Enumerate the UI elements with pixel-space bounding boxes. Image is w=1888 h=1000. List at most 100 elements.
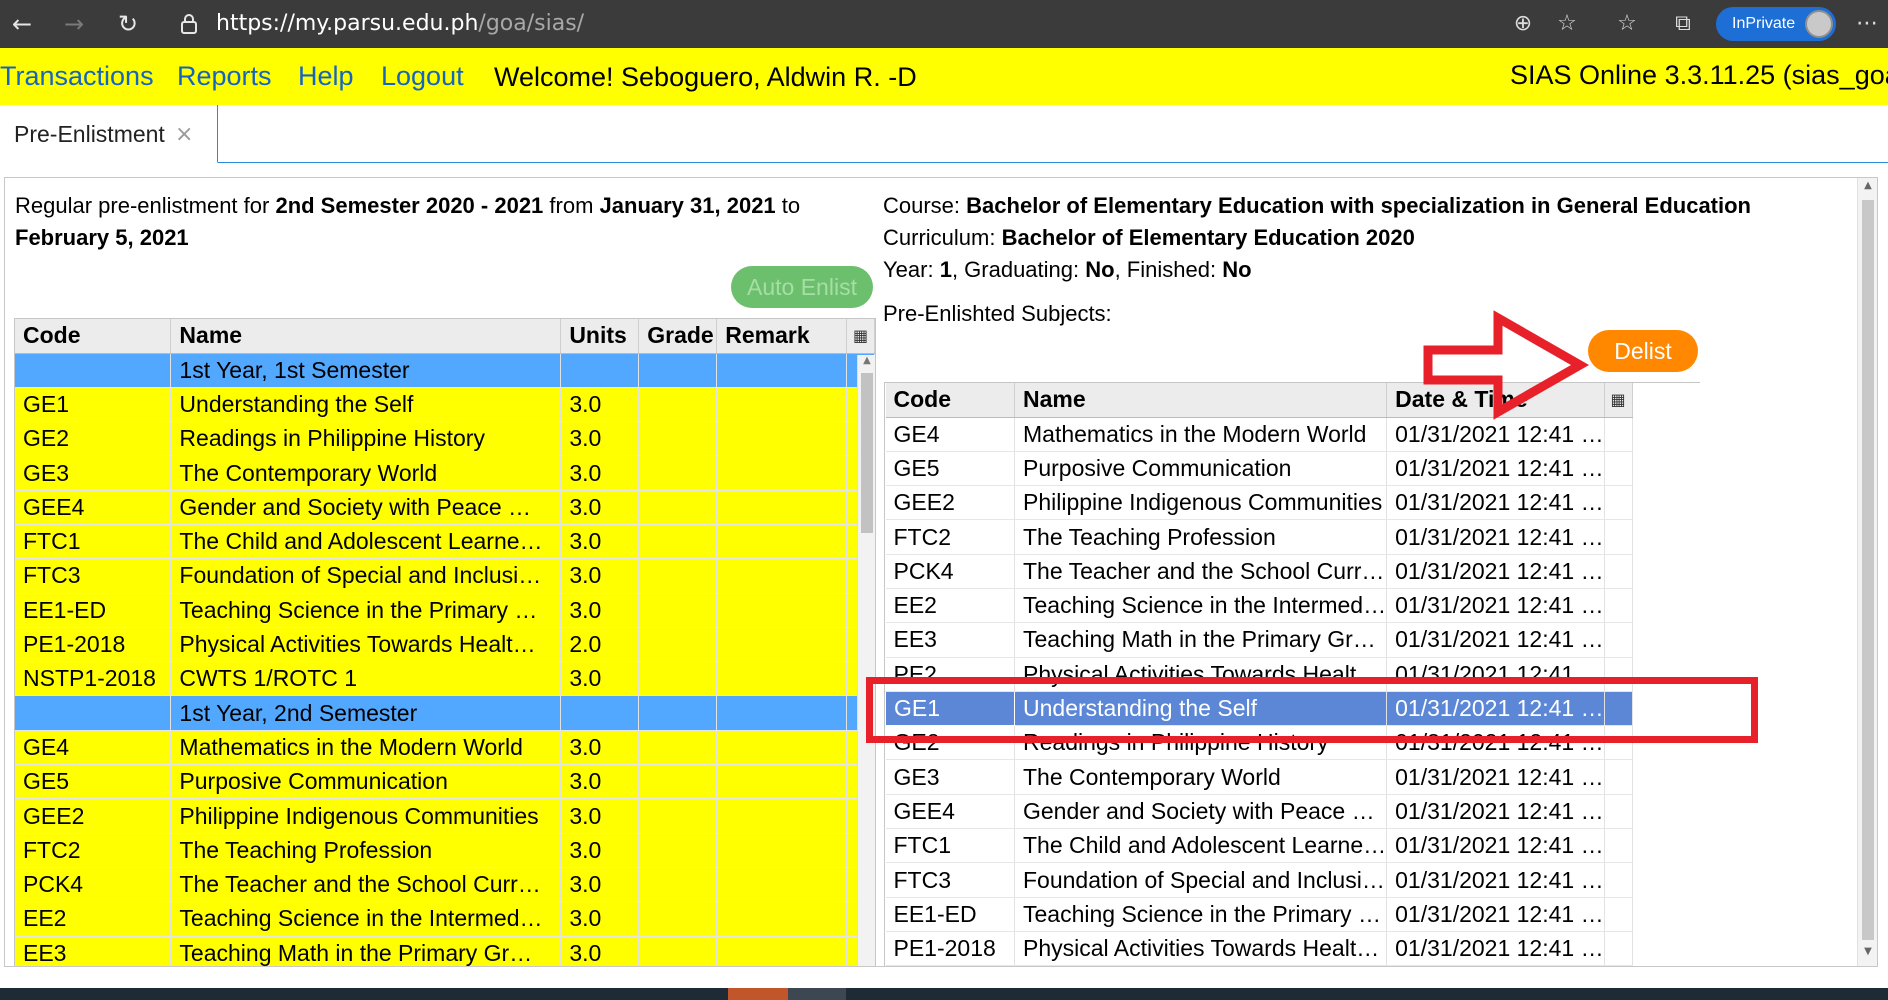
table-group-row[interactable]: 1st Year, 1st Semester [15, 353, 875, 388]
cell-name: The Teacher and the School Curr… [1014, 554, 1388, 589]
table-row[interactable]: EE1-ED Teaching Science in the Primary … 0… [885, 897, 1633, 932]
page-scrollbar[interactable]: ▲ ▼ [1857, 178, 1877, 966]
cell-remark [716, 730, 848, 766]
semester: 2nd Semester 2020 - 2021 [275, 193, 544, 218]
zoom-icon[interactable]: ⊕ [1508, 10, 1538, 38]
scroll-up-icon[interactable]: ▲ [1858, 180, 1877, 198]
column-header-units[interactable]: Units [560, 319, 640, 354]
tab-strip: Pre-Enlistment × [0, 105, 1888, 163]
table-row[interactable]: GE3 The Contemporary World 3.0 [15, 455, 875, 491]
table-row[interactable]: GEE2 Philippine Indigenous Communities 01/… [885, 485, 1633, 521]
cell-name: The Contemporary World [170, 455, 562, 491]
back-arrow-icon[interactable]: ← [8, 10, 36, 38]
table-row[interactable]: FTC3 Foundation of Special and Inclusi… 01… [885, 862, 1633, 898]
table-row[interactable]: FTC2 The Teaching Profession 3.0 [15, 833, 875, 868]
column-header-code[interactable]: Code [885, 383, 1015, 418]
table-row[interactable]: NSTP1-2018 CWTS 1/ROTC 1 3.0 [15, 661, 875, 697]
table-row[interactable]: FTC1 The Child and Adolescent Learne… 01/3… [885, 828, 1633, 864]
menu-help[interactable]: Help [298, 59, 354, 93]
scroll-down-icon[interactable]: ▼ [1858, 946, 1877, 964]
table-row[interactable]: GE3 The Contemporary World 01/31/2021 12:4… [885, 759, 1633, 795]
taskbar-app[interactable] [728, 988, 788, 1000]
table-row[interactable]: GE5 Purposive Communication 01/31/2021 12:… [885, 451, 1633, 487]
auto-enlist-button[interactable]: Auto Enlist [731, 266, 873, 308]
cell-units: 3.0 [560, 764, 640, 800]
address-bar[interactable]: https://my.parsu.edu.ph/goa/sias/ [216, 9, 584, 39]
table-row[interactable]: EE3 Teaching Math in the Primary Gr… 3.0 [15, 936, 875, 966]
table-row[interactable]: EE2 Teaching Science in the Intermed… 01/3… [885, 588, 1633, 624]
menu-reports[interactable]: Reports [177, 59, 272, 93]
table-row[interactable]: FTC2 The Teaching Profession 01/31/2021 12… [885, 519, 1633, 555]
collections-icon[interactable]: ⧉ [1668, 10, 1698, 38]
curriculum-line: Curriculum: Bachelor of Elementary Educa… [883, 222, 1763, 254]
table-row[interactable]: GE4 Mathematics in the Modern World 3.0 [15, 730, 875, 766]
cell-spacer [1604, 862, 1633, 898]
menu-logout[interactable]: Logout [381, 59, 464, 93]
graduating-value: No [1085, 257, 1115, 282]
column-menu-icon[interactable]: ▦ [1604, 383, 1633, 418]
cell-name: Physical Activities Towards Healt… [170, 627, 562, 663]
table-row[interactable]: GE5 Purposive Communication 3.0 [15, 764, 875, 800]
cell-units [560, 695, 640, 731]
scroll-thumb[interactable] [861, 373, 873, 533]
pre-enlistment-panel: Regular pre-enlistment for 2nd Semester … [4, 177, 1878, 967]
scroll-thumb[interactable] [1862, 200, 1874, 940]
close-icon[interactable]: × [175, 122, 193, 147]
cell-datetime: 01/31/2021 12:41 … [1386, 554, 1605, 589]
table-row[interactable]: GEE4 Gender and Society with Peace … 01/31… [885, 794, 1633, 830]
inprivate-button[interactable]: InPrivate [1716, 7, 1836, 41]
tab-pre-enlistment[interactable]: Pre-Enlistment × [0, 105, 218, 163]
table-row[interactable]: FTC3 Foundation of Special and Inclusi… 3.… [15, 558, 875, 594]
cell-remark [716, 867, 848, 903]
add-favorite-icon[interactable]: ☆ [1552, 10, 1582, 38]
cell-spacer [1604, 759, 1633, 795]
column-header-remark[interactable]: Remark [716, 319, 848, 354]
cell-name: Gender and Society with Peace … [1014, 794, 1388, 830]
cell-code: GEE2 [15, 798, 172, 834]
cell-units [560, 353, 640, 388]
menu-transactions[interactable]: Transactions [0, 59, 154, 93]
cell-spacer [1604, 794, 1633, 830]
table-row[interactable]: EE3 Teaching Math in the Primary Gr… 01/31… [885, 622, 1633, 658]
curriculum-scrollbar[interactable]: ▲ [857, 355, 875, 966]
cell-units: 3.0 [560, 661, 640, 697]
column-header-code[interactable]: Code [15, 319, 172, 354]
table-row[interactable]: GE2 Readings in Philippine History 3.0 [15, 421, 875, 457]
table-row[interactable]: PCK4 The Teacher and the School Curr… 01/3… [885, 554, 1633, 589]
table-row[interactable]: GE1 Understanding the Self 3.0 [15, 387, 875, 423]
cell-units: 3.0 [560, 524, 640, 560]
column-header-name[interactable]: Name [1014, 383, 1388, 418]
curriculum-grid: Code Name Units Grade Remark ▦ 1st Year,… [14, 318, 876, 966]
delist-button[interactable]: Delist [1588, 330, 1698, 372]
cell-code: FTC3 [885, 862, 1015, 898]
more-icon[interactable]: ⋯ [1852, 10, 1882, 38]
lock-icon[interactable] [178, 13, 200, 35]
course-value: Bachelor of Elementary Education with sp… [966, 193, 1751, 218]
table-row[interactable]: EE2 Teaching Science in the Intermed… 3.0 [15, 901, 875, 937]
forward-arrow-icon[interactable]: → [60, 10, 88, 38]
year-value: 1 [939, 257, 952, 282]
cell-spacer [1604, 417, 1633, 452]
table-group-row[interactable]: 1st Year, 2nd Semester [15, 695, 875, 731]
cell-code: EE3 [885, 622, 1015, 658]
table-row[interactable]: GE4 Mathematics in the Modern World 01/31/… [885, 417, 1633, 452]
column-menu-icon[interactable]: ▦ [846, 319, 875, 354]
table-row[interactable]: FTC1 The Child and Adolescent Learne… 3.0 [15, 524, 875, 560]
table-row[interactable]: GEE2 Philippine Indigenous Communities 3.0 [15, 798, 875, 834]
table-row[interactable]: EE1-ED Teaching Science in the Primary … 3… [15, 593, 875, 628]
cell-name: 1st Year, 1st Semester [170, 353, 562, 388]
favorites-icon[interactable]: ☆ [1612, 10, 1642, 38]
table-row[interactable]: PE1-2018 Physical Activities Towards Heal… [885, 931, 1633, 966]
cell-datetime: 01/31/2021 12:41 … [1386, 794, 1605, 830]
scroll-up-icon[interactable]: ▲ [858, 355, 875, 371]
column-header-grade[interactable]: Grade [638, 319, 718, 354]
cell-name: Teaching Math in the Primary Gr… [1014, 622, 1388, 658]
column-header-name[interactable]: Name [170, 319, 562, 354]
cell-remark [716, 936, 848, 966]
cell-remark [716, 558, 848, 594]
table-row[interactable]: PE1-2018 Physical Activities Towards Heal… [15, 627, 875, 663]
table-row[interactable]: PCK4 The Teacher and the School Curr… 3.0 [15, 867, 875, 903]
taskbar-app[interactable] [788, 988, 846, 1000]
refresh-icon[interactable]: ↻ [114, 10, 142, 38]
table-row[interactable]: GEE4 Gender and Society with Peace … 3.0 [15, 490, 875, 525]
